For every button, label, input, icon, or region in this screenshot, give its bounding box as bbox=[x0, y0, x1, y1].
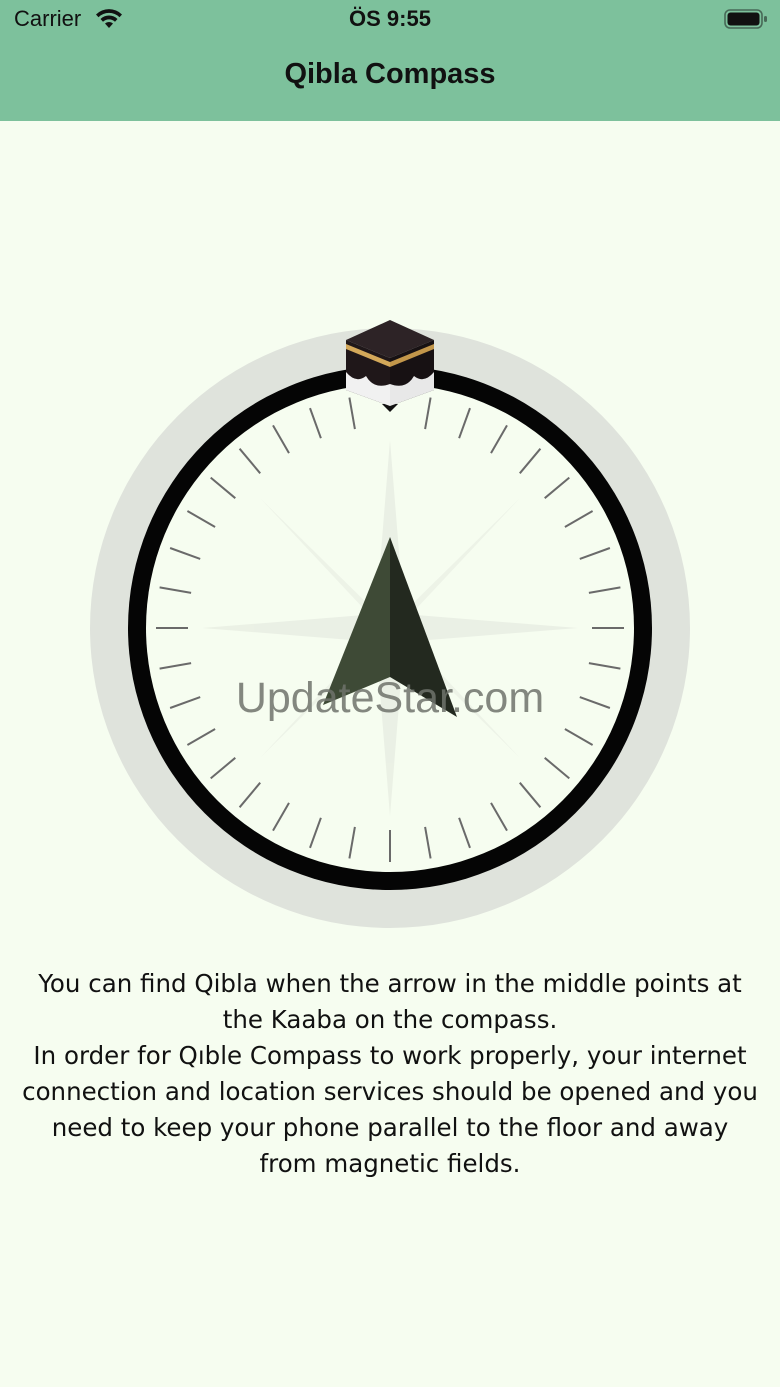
instructions-line-requirements: In order for Qıble Compass to work prope… bbox=[22, 1041, 758, 1178]
battery-icon bbox=[724, 9, 767, 29]
instructions-text: You can find Qibla when the arrow in the… bbox=[20, 966, 760, 1182]
watermark-text: UpdateStar.com bbox=[236, 674, 544, 722]
header-bar: Carrier ÖS 9:55 Qibla Compass bbox=[0, 0, 780, 121]
status-bar: Carrier ÖS 9:55 bbox=[0, 0, 780, 40]
status-time: ÖS 9:55 bbox=[349, 6, 431, 31]
instructions-line-qibla: You can find Qibla when the arrow in the… bbox=[38, 969, 742, 1034]
qibla-compass: UpdateStar.com bbox=[90, 320, 690, 928]
page-title: Qibla Compass bbox=[284, 58, 496, 90]
